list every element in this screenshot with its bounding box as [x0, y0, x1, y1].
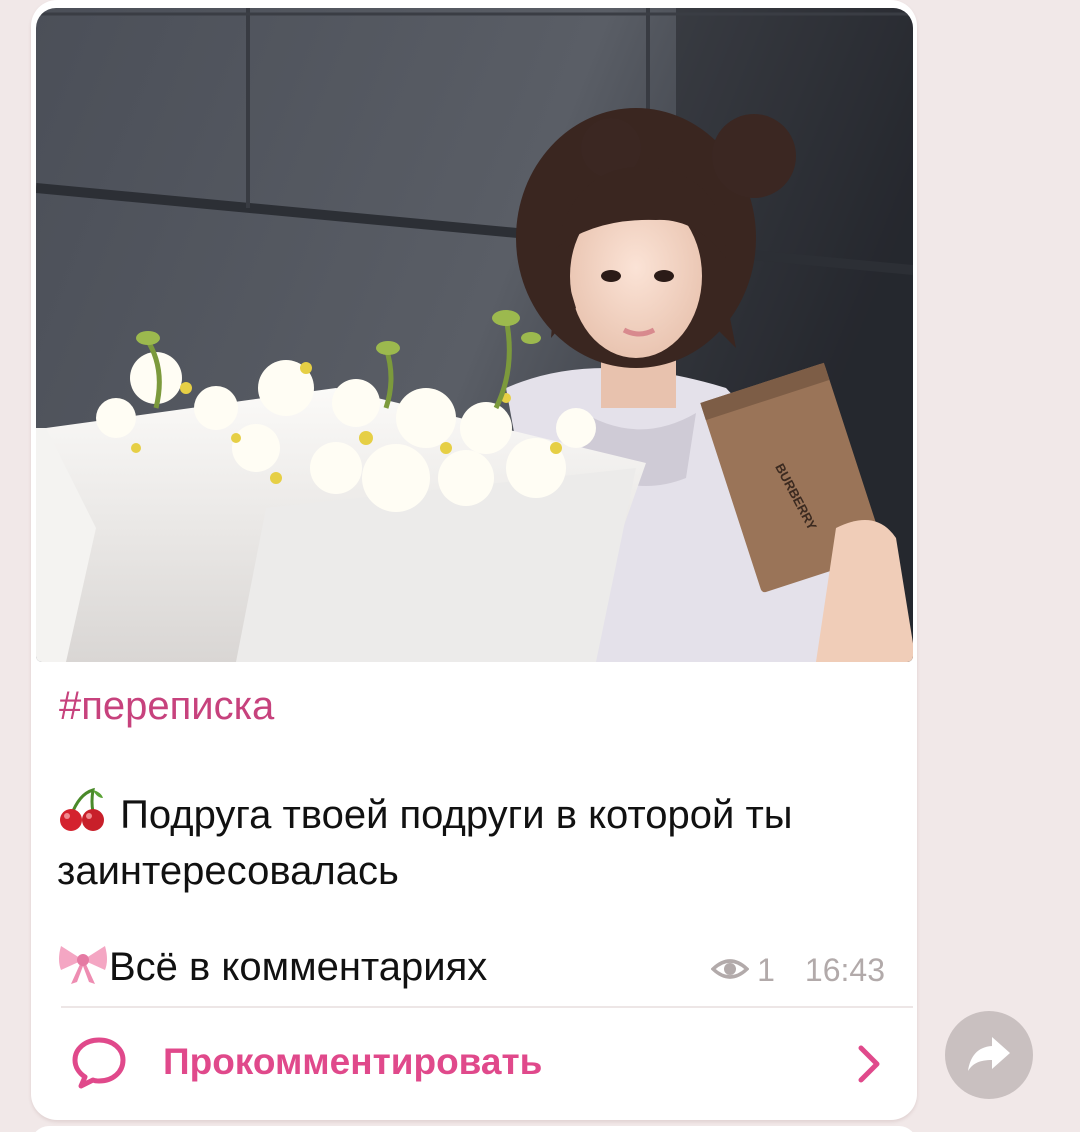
post-footer-text: Всё в комментариях — [109, 945, 488, 989]
post-meta: 1 16:43 — [710, 950, 885, 990]
view-count: 1 — [757, 951, 775, 988]
chat-feed: BURBERRY #переписка Подруга твоей подруг… — [0, 0, 1080, 1132]
post-body-text: Подруга твоей подруги в которой ты заинт… — [57, 786, 897, 896]
cherries-icon — [57, 786, 109, 846]
post-photo[interactable]: BURBERRY — [36, 8, 913, 662]
post-time: 16:43 — [804, 951, 885, 988]
next-message-bubble — [31, 1126, 917, 1132]
channel-post-bubble: BURBERRY #переписка Подруга твоей подруг… — [31, 0, 917, 1120]
share-arrow-icon — [966, 1033, 1012, 1078]
comment-button-label: Прокомментировать — [163, 1041, 543, 1082]
eye-icon — [710, 952, 750, 989]
hashtag-link[interactable]: #переписка — [59, 682, 274, 730]
share-button[interactable] — [945, 1011, 1033, 1099]
ribbon-icon — [57, 940, 109, 998]
speech-bubble-icon — [71, 1036, 127, 1095]
post-body-line: Подруга твоей подруги в которой ты заинт… — [57, 793, 793, 893]
chevron-right-icon — [857, 1044, 881, 1089]
post-footer-text-row: Всё в комментариях — [57, 940, 487, 998]
comment-button[interactable]: Прокомментировать — [31, 1008, 917, 1120]
